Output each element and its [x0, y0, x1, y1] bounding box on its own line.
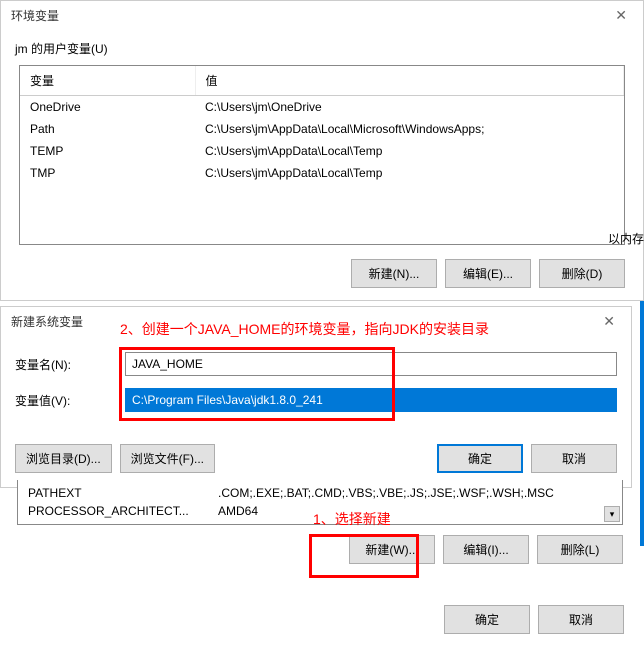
table-row[interactable]: TMPC:\Users\jm\AppData\Local\Temp	[20, 162, 624, 184]
browse-dir-button[interactable]: 浏览目录(D)...	[15, 444, 112, 473]
cancel-button[interactable]: 取消	[531, 444, 617, 473]
new-user-var-button[interactable]: 新建(N)...	[351, 259, 437, 288]
table-row[interactable]: OneDriveC:\Users\jm\OneDrive	[20, 96, 624, 119]
var-value-label: 变量值(V):	[15, 392, 105, 409]
delete-user-var-button[interactable]: 删除(D)	[539, 259, 625, 288]
browse-file-button[interactable]: 浏览文件(F)...	[120, 444, 215, 473]
edit-user-var-button[interactable]: 编辑(E)...	[445, 259, 531, 288]
dialog1-title: 环境变量	[11, 7, 59, 24]
close-icon[interactable]: ✕	[597, 313, 621, 330]
user-vars-label: jm 的用户变量(U)	[1, 30, 643, 61]
dialog2-title: 新建系统变量	[11, 313, 83, 330]
env-vars-dialog: 环境变量 ✕ jm 的用户变量(U) 变量 值 OneDriveC:\Users…	[0, 0, 644, 301]
var-name-input[interactable]	[125, 352, 617, 376]
annotation-2: 2、创建一个JAVA_HOME的环境变量，指向JDK的安装目录	[120, 319, 489, 339]
ok-button[interactable]: 确定	[437, 444, 523, 473]
user-vars-table[interactable]: 变量 值 OneDriveC:\Users\jm\OneDrive PathC:…	[19, 65, 625, 245]
table-row[interactable]: PathC:\Users\jm\AppData\Local\Microsoft\…	[20, 118, 624, 140]
scroll-down-icon[interactable]: ▾	[604, 506, 620, 522]
edit-sys-var-button[interactable]: 编辑(I)...	[443, 535, 529, 564]
side-text: 以内存	[608, 230, 644, 247]
var-value-row: 变量值(V):	[1, 382, 631, 418]
close-icon[interactable]: ✕	[609, 7, 633, 24]
cancel-button[interactable]: 取消	[538, 605, 624, 634]
delete-sys-var-button[interactable]: 删除(L)	[537, 535, 623, 564]
new-sys-var-button[interactable]: 新建(W)...	[349, 535, 435, 564]
annotation-1: 1、选择新建	[313, 509, 391, 529]
ok-button[interactable]: 确定	[444, 605, 530, 634]
var-value-input[interactable]	[125, 388, 617, 412]
dialog1-titlebar: 环境变量 ✕	[1, 1, 643, 30]
table-row[interactable]: PATHEXT .COM;.EXE;.BAT;.CMD;.VBS;.VBE;.J…	[18, 484, 622, 502]
bottom-buttons: 确定 取消	[444, 605, 624, 634]
system-vars-buttons: 新建(W)... 编辑(I)... 删除(L)	[17, 525, 623, 576]
table-row[interactable]: TEMPC:\Users\jm\AppData\Local\Temp	[20, 140, 624, 162]
user-vars-buttons: 新建(N)... 编辑(E)... 删除(D)	[1, 251, 643, 300]
var-name-label: 变量名(N):	[15, 356, 105, 373]
var-name-row: 变量名(N):	[1, 346, 631, 382]
col-header-val[interactable]: 值	[195, 66, 624, 96]
col-header-var[interactable]: 变量	[20, 66, 195, 96]
